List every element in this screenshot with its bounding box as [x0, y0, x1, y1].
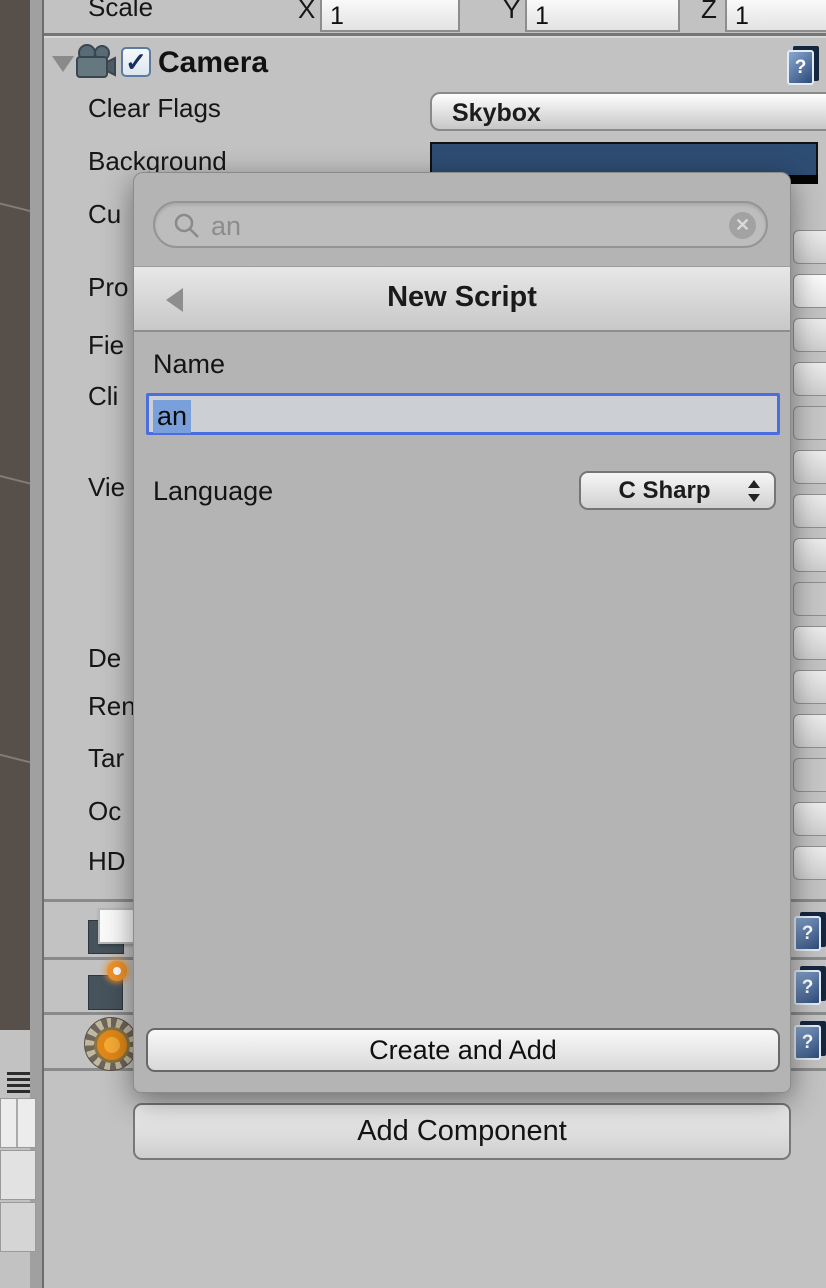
field-sliver: [793, 758, 826, 792]
script-name-label: Name: [153, 349, 225, 380]
add-component-popup: an ✕ New Script Name an Language C Sharp…: [133, 172, 791, 1093]
bottom-left-panel-cell: [0, 1202, 36, 1252]
audio-listener-ring: [94, 1027, 130, 1063]
scene-grid-line: [0, 463, 30, 499]
question-mark-glyph: ?: [794, 916, 821, 951]
camera-row-label-field-of-view: Fie: [88, 330, 124, 361]
field-sliver: [793, 362, 826, 396]
popup-header: New Script: [134, 266, 790, 332]
foldout-triangle-icon[interactable]: [52, 56, 74, 72]
field-sliver: [793, 230, 826, 264]
camera-enabled-checkbox[interactable]: ✓: [121, 47, 151, 77]
audio-listener-help-icon[interactable]: ?: [794, 1021, 826, 1061]
unity-editor-screenshot: Scale X 1 Y 1 Z 1 ✓ Camera ? Clear Flags…: [0, 0, 826, 1288]
field-sliver: [793, 450, 826, 484]
scale-y-label: Y: [503, 0, 520, 25]
camera-row-label-occlusion-culling: Oc: [88, 796, 121, 827]
camera-row-label-clipping-planes: Cli: [88, 381, 118, 412]
scene-grid-line: [0, 193, 30, 229]
language-label: Language: [153, 476, 273, 507]
audio-listener-icon: [84, 1017, 138, 1071]
clear-flags-dropdown[interactable]: Skybox: [430, 92, 826, 131]
script-name-input[interactable]: an: [146, 393, 780, 435]
component-search-input[interactable]: an ✕: [153, 201, 768, 248]
selected-text: an: [153, 400, 191, 433]
camera-help-icon[interactable]: ?: [787, 46, 819, 86]
question-mark-glyph: ?: [794, 1025, 821, 1060]
field-sliver: [793, 538, 826, 572]
scale-z-label: Z: [701, 0, 717, 25]
field-sliver: [793, 318, 826, 352]
bottom-left-panel-cell: [0, 1150, 36, 1200]
clear-flags-label: Clear Flags: [88, 93, 221, 124]
camera-row-label-culling-mask: Cu: [88, 199, 121, 230]
scene-view-edge: [0, 0, 30, 1030]
scale-z-field[interactable]: 1: [725, 0, 826, 32]
field-sliver: [793, 670, 826, 704]
field-sliver: [793, 274, 826, 308]
scale-label: Scale: [88, 0, 153, 23]
field-sliver: [793, 406, 826, 440]
bottom-left-panel-cell: [0, 1098, 36, 1148]
audio-listener-core: [104, 1037, 120, 1053]
panel-splitter[interactable]: [30, 0, 44, 1288]
flare-sparkle-icon: [107, 961, 127, 981]
gui-layer-help-icon[interactable]: ?: [794, 912, 826, 952]
search-query-text: an: [211, 211, 241, 242]
scale-x-label: X: [298, 0, 315, 25]
arrow-down-icon: [748, 494, 760, 502]
scene-grid-line: [0, 743, 30, 779]
flare-layer-help-icon[interactable]: ?: [794, 966, 826, 1006]
create-and-add-button[interactable]: Create and Add: [146, 1028, 780, 1072]
camera-row-label-depth: De: [88, 643, 121, 674]
camera-icon: [74, 44, 116, 85]
scale-y-field[interactable]: 1: [525, 0, 680, 32]
popup-title: New Script: [134, 281, 790, 314]
field-sliver: [793, 846, 826, 880]
language-value: C Sharp: [618, 477, 710, 504]
scale-x-field[interactable]: 1: [320, 0, 460, 32]
language-dropdown[interactable]: C Sharp: [579, 471, 776, 510]
drag-handle-icon[interactable]: [7, 1072, 30, 1094]
stepper-arrows-icon: [748, 480, 760, 502]
camera-row-label-hdr: HD: [88, 846, 126, 877]
panel-cell-divider: [16, 1099, 18, 1147]
arrow-up-icon: [748, 480, 760, 488]
camera-row-label-viewport-rect: Vie: [88, 472, 125, 503]
add-component-button[interactable]: Add Component: [133, 1103, 791, 1160]
camera-row-label-target-texture: Tar: [88, 743, 124, 774]
component-divider: [44, 33, 826, 36]
field-sliver: [793, 626, 826, 660]
question-mark-glyph: ?: [794, 970, 821, 1005]
field-sliver: [793, 802, 826, 836]
field-sliver: [793, 494, 826, 528]
flare-core: [113, 967, 121, 975]
field-sliver: [793, 582, 826, 616]
clear-search-icon[interactable]: ✕: [729, 212, 756, 239]
field-sliver: [793, 714, 826, 748]
gui-layer-icon: [98, 908, 136, 944]
camera-component-title: Camera: [158, 46, 268, 80]
camera-row-label-rendering-path: Ren: [88, 691, 136, 722]
question-mark-glyph: ?: [787, 50, 814, 85]
camera-row-label-projection: Pro: [88, 272, 128, 303]
search-icon: [173, 212, 201, 245]
